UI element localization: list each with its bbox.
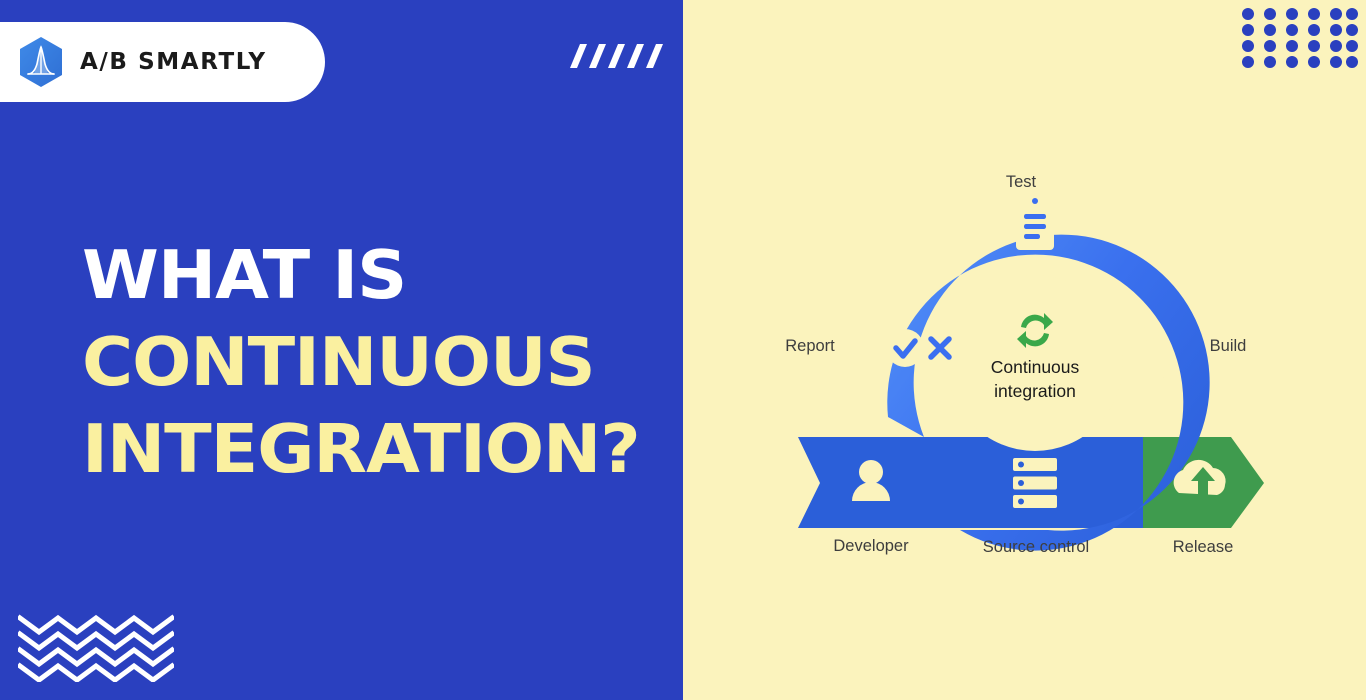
brand-name: A/B SMARTLY xyxy=(80,49,267,75)
stage-label-release: Release xyxy=(1172,538,1234,556)
zigzag-waves-decoration xyxy=(18,614,174,682)
source-control-band-shape xyxy=(798,437,1143,528)
clipboard-icon xyxy=(1016,196,1054,250)
headline-line-1: WHAT IS xyxy=(82,236,407,314)
stage-label-build: Build xyxy=(1209,337,1247,355)
stage-label-report: Report xyxy=(785,337,835,355)
stage-label-developer: Developer xyxy=(833,537,909,555)
headline-line-2: CONTINUOUS xyxy=(82,323,596,401)
center-label: Continuous integration xyxy=(991,355,1080,403)
stage-label-source-control: Source control xyxy=(982,538,1090,556)
check-and-x-icon xyxy=(886,329,959,367)
stage-label-test: Test xyxy=(1005,173,1037,191)
left-panel: A/B SMARTLY WHAT IS CONTINUOUS INTEGRATI… xyxy=(0,0,683,700)
server-stack-icon xyxy=(1013,458,1057,508)
diagonal-slashes-decoration xyxy=(570,44,663,68)
brand-logo[interactable]: A/B SMARTLY xyxy=(0,22,325,102)
right-panel: Continuous integration Test Build Report… xyxy=(683,0,1366,700)
headline-line-3: INTEGRATION? xyxy=(82,410,641,488)
page-title: WHAT IS CONTINUOUS INTEGRATION? xyxy=(82,232,682,493)
slide-canvas: A/B SMARTLY WHAT IS CONTINUOUS INTEGRATI… xyxy=(0,0,1366,700)
center-label-line-2: integration xyxy=(994,381,1076,401)
center-label-line-1: Continuous xyxy=(990,357,1080,377)
hexagon-bell-curve-icon xyxy=(20,37,62,87)
